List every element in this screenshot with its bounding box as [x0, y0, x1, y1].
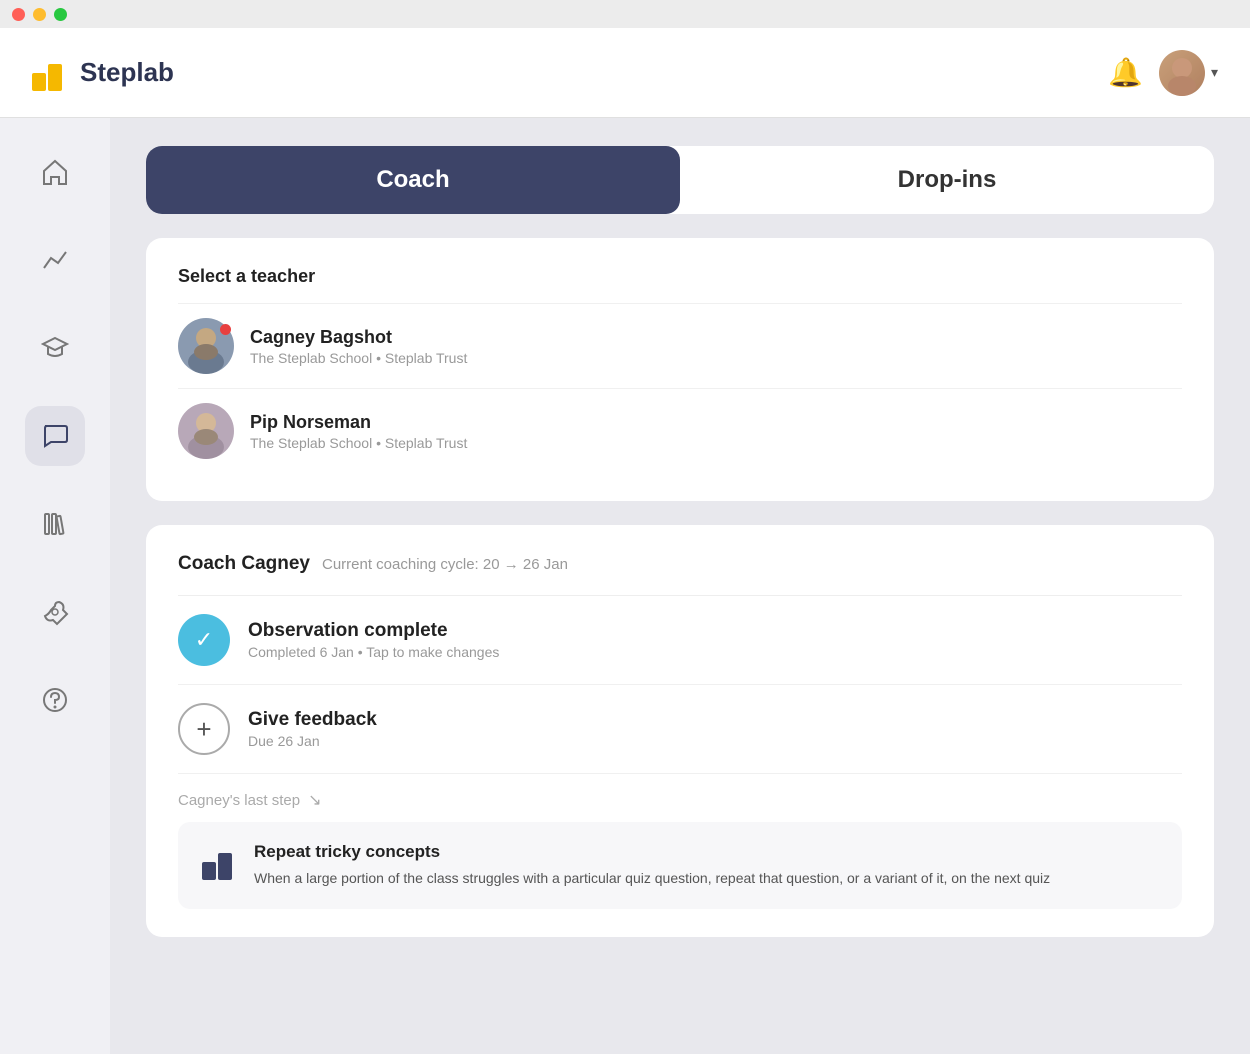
step-text: Repeat tricky concepts When a large port… — [254, 842, 1050, 889]
teacher-item-pip[interactable]: Pip Norseman The Steplab School • Stepla… — [178, 388, 1182, 473]
last-step-header: Cagney's last step ↘ — [178, 774, 1182, 822]
arrow-icon: ↘ — [308, 790, 321, 810]
step-card[interactable]: Repeat tricky concepts When a large port… — [178, 822, 1182, 909]
action-feedback[interactable]: + Give feedback Due 26 Jan — [178, 685, 1182, 774]
complete-check-icon: ✓ — [178, 614, 230, 666]
main-layout: Coach Drop-ins Select a teacher — [0, 118, 1250, 1054]
last-step-label: Cagney's last step — [178, 792, 300, 809]
tab-coach[interactable]: Coach — [146, 146, 680, 214]
coach-name: Coach Cagney — [178, 553, 310, 575]
titlebar — [0, 0, 1250, 28]
logo-icon — [32, 55, 68, 91]
sidebar-item-home[interactable] — [25, 142, 85, 202]
notification-dot — [220, 324, 231, 335]
select-teacher-card: Select a teacher Cagney Bagshot The Step… — [146, 238, 1214, 501]
sidebar-item-help[interactable] — [25, 670, 85, 730]
teacher-avatar-pip — [178, 403, 234, 459]
plus-icon: + — [178, 703, 230, 755]
app-header: Steplab 🔔 ▾ — [0, 28, 1250, 118]
action-observation[interactable]: ✓ Observation complete Completed 6 Jan •… — [178, 596, 1182, 685]
avatar — [1159, 50, 1205, 96]
content-area: Coach Drop-ins Select a teacher — [110, 118, 1250, 1054]
cycle-label: Current coaching cycle: 20 → 26 Jan — [322, 556, 568, 573]
tab-bar: Coach Drop-ins — [146, 146, 1214, 214]
notifications-icon[interactable]: 🔔 — [1108, 56, 1143, 89]
minimize-button[interactable] — [33, 8, 46, 21]
observation-info: Observation complete Completed 6 Jan • T… — [248, 620, 499, 660]
sidebar-item-chart[interactable] — [25, 230, 85, 290]
sidebar-item-tools[interactable] — [25, 582, 85, 642]
feedback-info: Give feedback Due 26 Jan — [248, 709, 377, 749]
coach-cagney-card: Coach Cagney Current coaching cycle: 20 … — [146, 525, 1214, 937]
teacher-item-cagney[interactable]: Cagney Bagshot The Steplab School • Step… — [178, 303, 1182, 388]
logo-area: Steplab — [32, 55, 174, 91]
header-right: 🔔 ▾ — [1108, 50, 1218, 96]
sidebar-item-graduation[interactable] — [25, 318, 85, 378]
maximize-button[interactable] — [54, 8, 67, 21]
step-icon — [202, 844, 238, 880]
user-avatar-button[interactable]: ▾ — [1159, 50, 1218, 96]
sidebar — [0, 118, 110, 1054]
tab-dropins[interactable]: Drop-ins — [680, 146, 1214, 214]
select-teacher-title: Select a teacher — [178, 266, 1182, 287]
logo-text: Steplab — [80, 57, 174, 88]
sidebar-item-library[interactable] — [25, 494, 85, 554]
coach-header: Coach Cagney Current coaching cycle: 20 … — [178, 553, 1182, 596]
teacher-info-pip: Pip Norseman The Steplab School • Stepla… — [250, 412, 467, 451]
teacher-info-cagney: Cagney Bagshot The Steplab School • Step… — [250, 327, 467, 366]
chevron-down-icon: ▾ — [1211, 64, 1218, 81]
sidebar-item-chat[interactable] — [25, 406, 85, 466]
close-button[interactable] — [12, 8, 25, 21]
